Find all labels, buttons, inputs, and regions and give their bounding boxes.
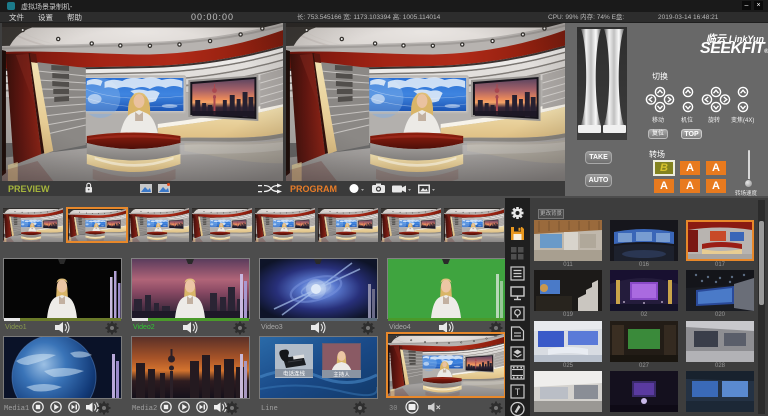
svg-text:Media1: Media1 [4,405,29,413]
svg-text:30: 30 [389,405,397,413]
svg-text:主持人: 主持人 [333,371,350,379]
svg-text:Media2: Media2 [132,405,157,413]
svg-text:Line: Line [261,405,278,413]
svg-text:电话连线: 电话连线 [283,370,306,378]
svg-text:T: T [515,387,521,397]
